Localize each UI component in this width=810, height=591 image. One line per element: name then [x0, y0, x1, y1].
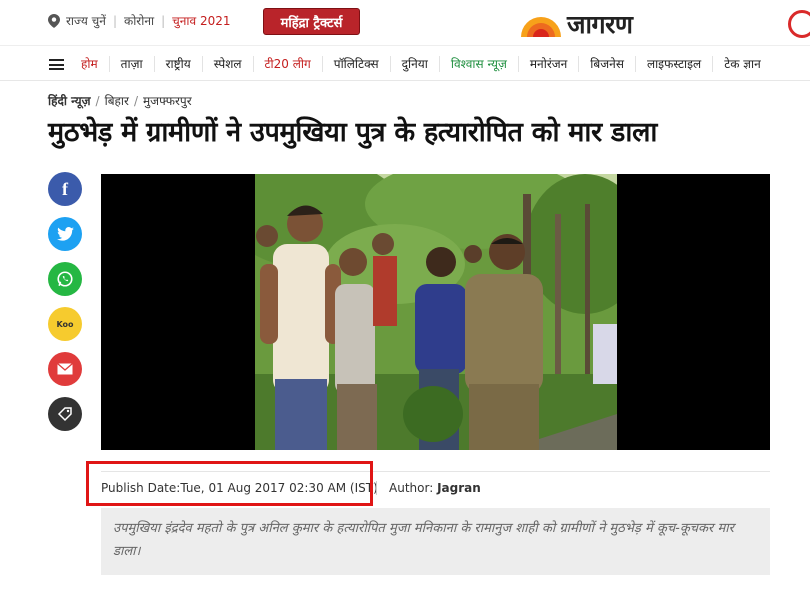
divider: | [161, 13, 166, 28]
author-info: Author: Jagran [376, 481, 481, 495]
top-bar: राज्य चुनें | कोरोना | चुनाव 2021 महिंद्… [0, 0, 810, 42]
photo-scene [255, 174, 617, 450]
nav-item-tech[interactable]: टेक ज्ञान [713, 56, 772, 72]
nav-item-t20[interactable]: टी20 लीग [254, 56, 323, 72]
notification-icon[interactable] [788, 10, 810, 38]
breadcrumb-item[interactable]: हिंदी न्यूज़ [48, 94, 91, 108]
nav-item-vishvas-news[interactable]: विश्वास न्यूज़ [440, 56, 519, 72]
author-name[interactable]: Jagran [437, 481, 481, 495]
share-column: f Koo [48, 172, 84, 442]
nav-item-national[interactable]: राष्ट्रीय [155, 56, 203, 72]
whatsapp-share-button[interactable] [48, 262, 82, 296]
tag-icon [57, 407, 72, 422]
nav-item-latest[interactable]: ताज़ा [110, 56, 155, 72]
main-nav: होम ताज़ा राष्ट्रीय स्पेशल टी20 लीग पॉलि… [0, 45, 810, 81]
tag-share-button[interactable] [48, 397, 82, 431]
state-selector-link[interactable]: राज्य चुनें [66, 12, 106, 29]
top-links: राज्य चुनें | कोरोना | चुनाव 2021 [48, 12, 231, 29]
nav-item-special[interactable]: स्पेशल [203, 56, 254, 72]
breadcrumb-item[interactable]: बिहार [105, 94, 129, 108]
promo-banner[interactable]: महिंद्रा ट्रैक्टर्स [263, 8, 360, 35]
koo-share-button[interactable]: Koo [48, 307, 82, 341]
corona-link[interactable]: कोरोना [124, 12, 154, 29]
highlight-annotation-box [86, 461, 373, 506]
nav-item-politics[interactable]: पॉलिटिक्स [323, 56, 391, 72]
sun-logo-icon [521, 17, 561, 37]
breadcrumb-separator: / [133, 94, 138, 108]
article-video-player[interactable] [101, 174, 770, 450]
article-title: मुठभेड़ में ग्रामीणों ने उपमुखिया पुत्र … [48, 117, 658, 148]
facebook-share-button[interactable]: f [48, 172, 82, 206]
koo-icon: Koo [56, 319, 74, 329]
twitter-icon [56, 227, 74, 241]
nav-items: होम ताज़ा राष्ट्रीय स्पेशल टी20 लीग पॉलि… [70, 46, 772, 82]
article-photo [255, 174, 617, 450]
facebook-icon: f [62, 178, 68, 199]
mail-icon [57, 363, 73, 375]
election-link[interactable]: चुनाव 2021 [172, 12, 230, 29]
divider: | [112, 13, 117, 28]
article-summary: उपमुखिया इंद्रदेव महतो के पुत्र अनिल कुम… [101, 508, 770, 575]
twitter-share-button[interactable] [48, 217, 82, 251]
nav-item-world[interactable]: दुनिया [391, 56, 440, 72]
nav-item-business[interactable]: बिजनेस [579, 56, 636, 72]
nav-item-lifestyle[interactable]: लाइफस्टाइल [636, 56, 714, 72]
breadcrumb: हिंदी न्यूज़ / बिहार / मुजफ्फरपुर [48, 92, 192, 109]
nav-item-home[interactable]: होम [70, 56, 110, 72]
jagran-logo[interactable]: जागरण [518, 7, 633, 41]
author-label: Author: [389, 481, 434, 495]
email-share-button[interactable] [48, 352, 82, 386]
breadcrumb-item[interactable]: मुजफ्फरपुर [143, 94, 192, 108]
whatsapp-icon [57, 271, 73, 287]
location-pin-icon [48, 13, 60, 28]
menu-hamburger-icon[interactable] [49, 59, 64, 70]
breadcrumb-separator: / [95, 94, 100, 108]
logo-text: जागरण [567, 10, 633, 39]
nav-item-entertainment[interactable]: मनोरंजन [519, 56, 580, 72]
